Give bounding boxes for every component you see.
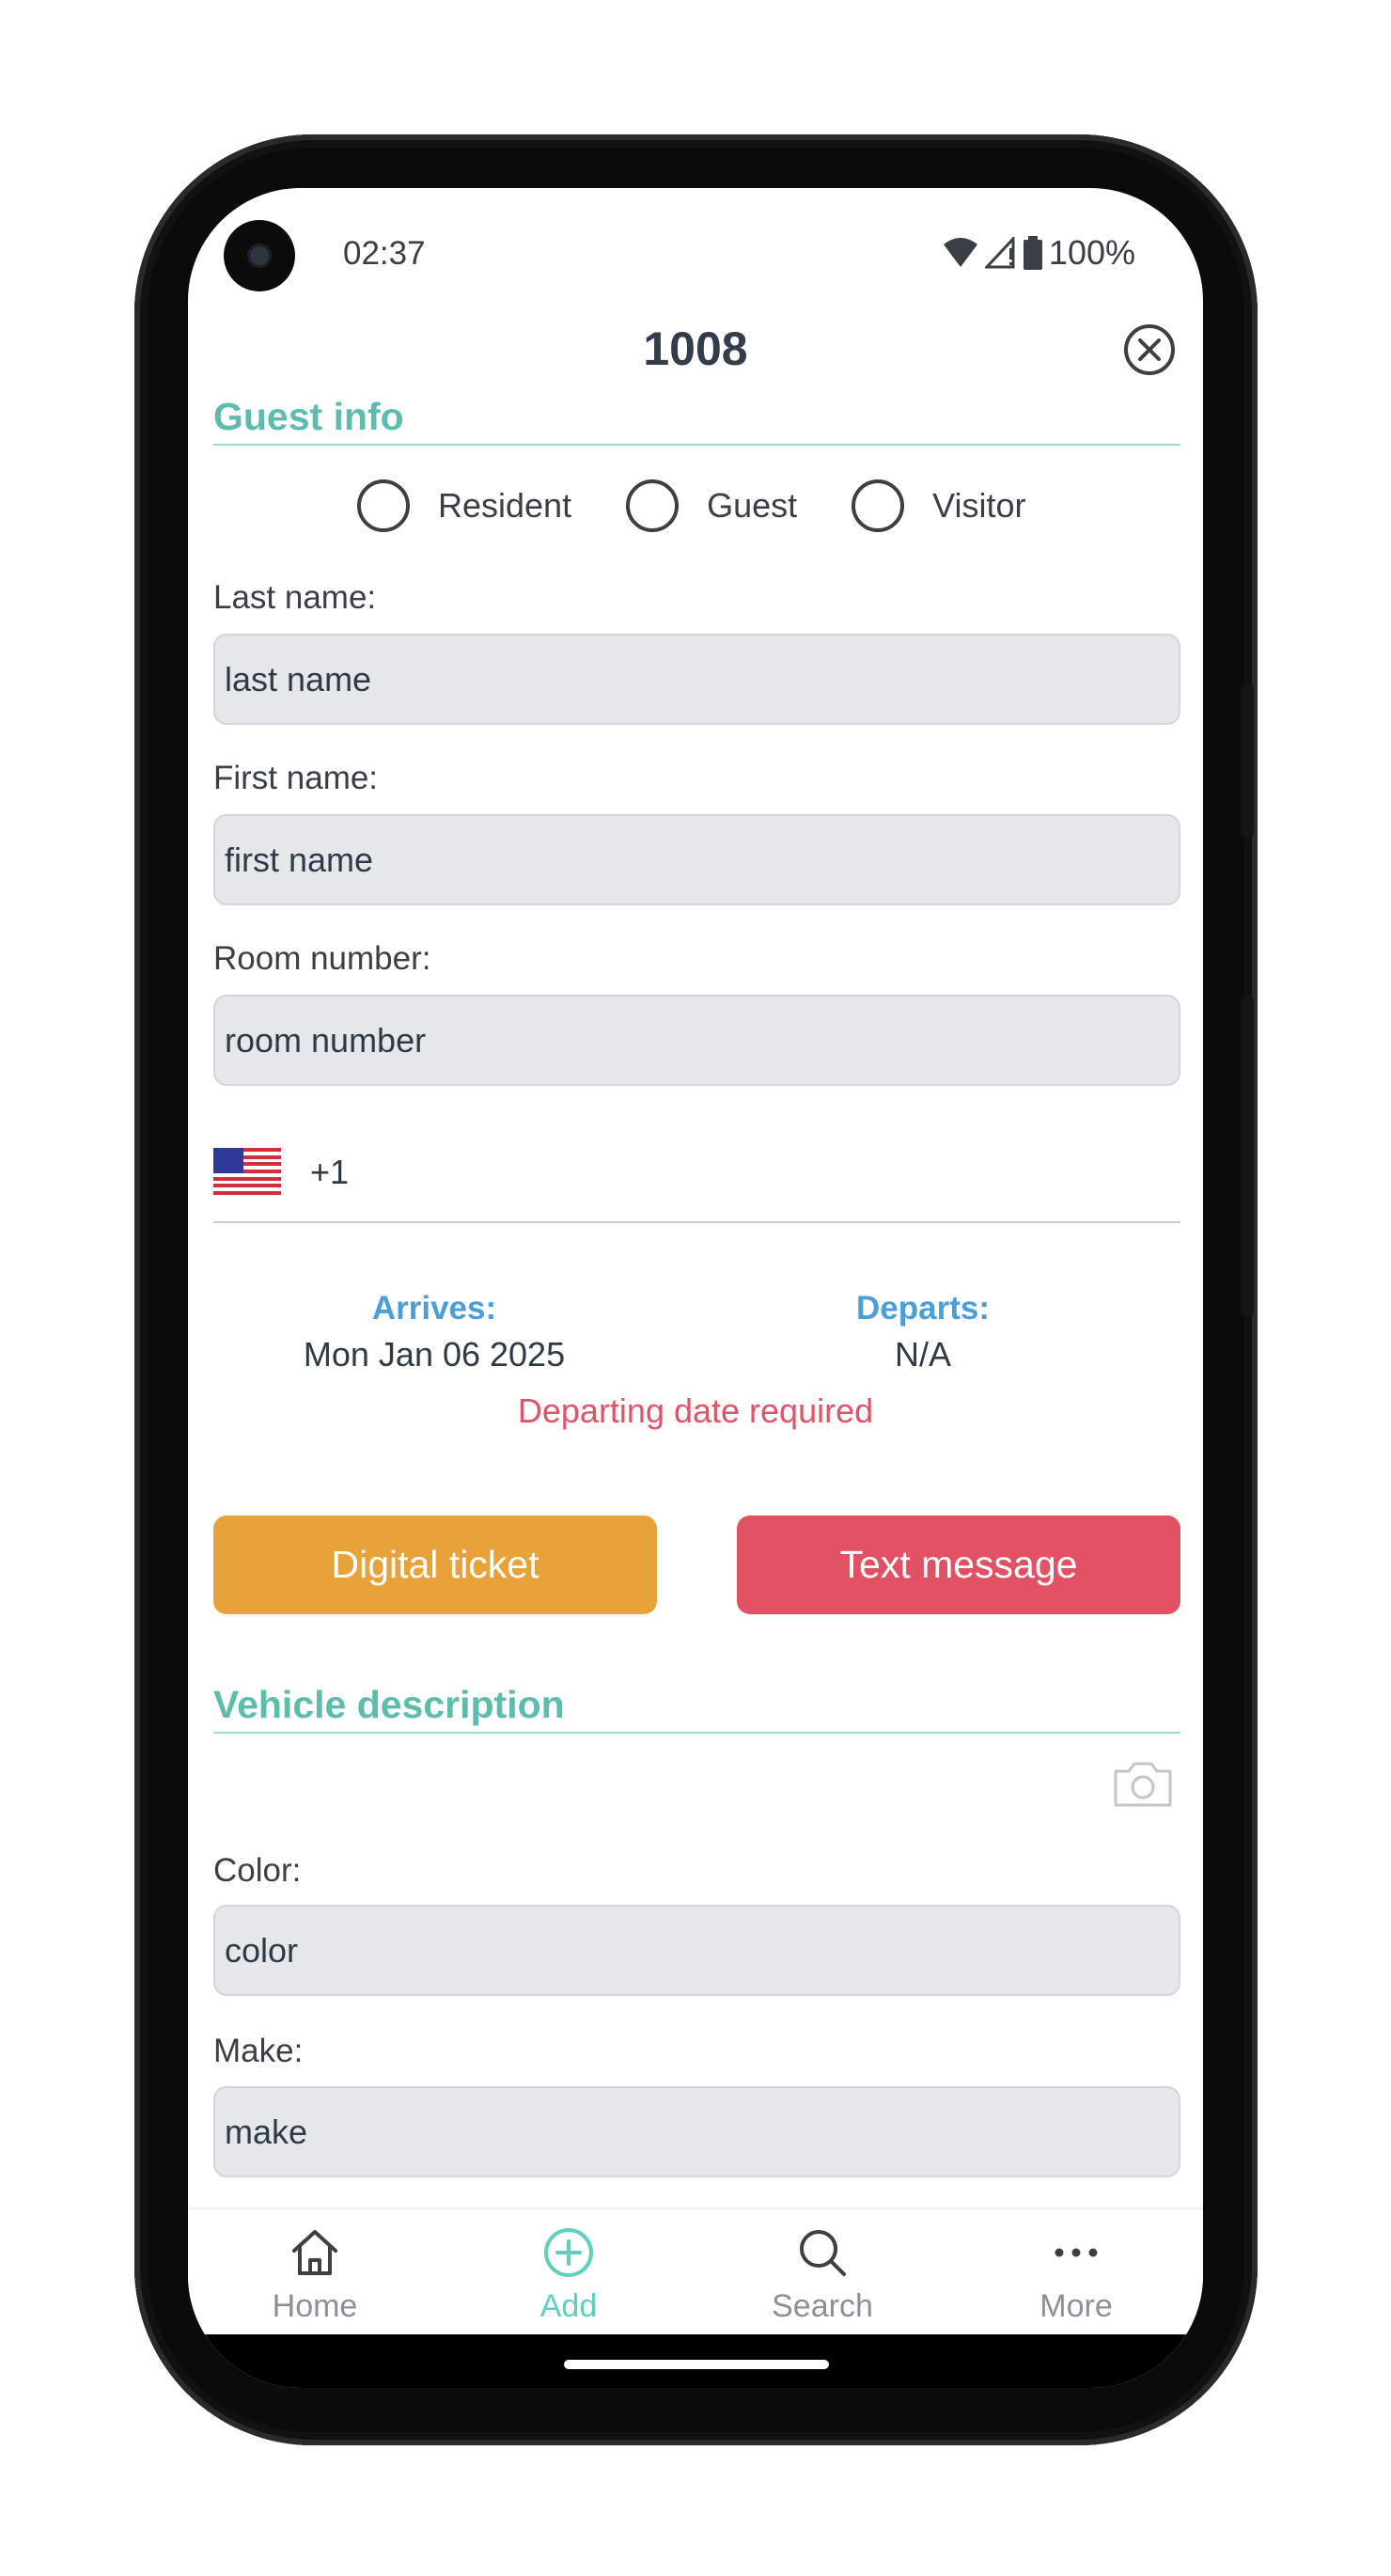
radio-resident[interactable]: Resident — [357, 479, 571, 532]
digital-ticket-button[interactable]: Digital ticket — [213, 1516, 657, 1614]
departs-block[interactable]: Departs: N/A — [735, 1290, 1111, 1374]
nav-home[interactable]: Home — [188, 2209, 442, 2336]
wifi-icon — [943, 238, 977, 267]
radio-label: Visitor — [932, 486, 1026, 525]
more-dots-icon — [1055, 2248, 1098, 2257]
radio-label: Resident — [438, 486, 572, 525]
home-icon — [292, 2230, 337, 2275]
room-number-label: Room number: — [213, 940, 431, 977]
radio-circle[interactable] — [357, 479, 410, 532]
section-divider — [213, 444, 1180, 446]
radio-visitor[interactable]: Visitor — [852, 479, 1026, 532]
first-name-label: First name: — [213, 760, 379, 796]
guest-info-heading: Guest info — [213, 395, 404, 438]
first-name-input[interactable]: first name — [213, 814, 1180, 905]
search-icon — [800, 2230, 846, 2276]
vehicle-description-heading: Vehicle description — [213, 1683, 565, 1726]
guest-type-radio-group: Resident Guest Visitor — [357, 479, 1081, 532]
screen: 02:37 100% 1008 Guest info Resident Gues… — [188, 188, 1203, 2388]
phone-underline — [213, 1221, 1180, 1223]
signal-icon — [984, 237, 1015, 269]
status-icons: 100% — [942, 233, 1135, 273]
arrives-value: Mon Jan 06 2025 — [303, 1335, 566, 1374]
camera-icon[interactable] — [1112, 1760, 1174, 1809]
country-code: +1 — [310, 1153, 350, 1191]
nav-search[interactable]: Search — [696, 2209, 949, 2336]
make-input[interactable]: make — [213, 2086, 1180, 2177]
home-indicator[interactable] — [564, 2360, 829, 2369]
phone-input[interactable]: +1 — [213, 1148, 1180, 1223]
room-number-input[interactable]: room number — [213, 995, 1180, 1086]
power-button — [1241, 684, 1254, 837]
departs-value: N/A — [894, 1335, 951, 1374]
add-circle-icon — [544, 2228, 593, 2277]
make-label: Make: — [213, 2033, 304, 2069]
close-icon — [1138, 338, 1161, 361]
battery-level: 100% — [1048, 233, 1135, 272]
section-divider — [213, 1732, 1180, 1734]
nav-label: More — [1039, 2288, 1113, 2324]
nav-more[interactable]: More — [949, 2209, 1203, 2336]
front-camera — [224, 220, 295, 291]
color-input[interactable]: color — [213, 1905, 1180, 1996]
text-message-button[interactable]: Text message — [737, 1516, 1180, 1614]
nav-label: Home — [272, 2288, 358, 2324]
color-label: Color: — [213, 1852, 302, 1889]
battery-icon — [1023, 236, 1042, 270]
radio-guest[interactable]: Guest — [626, 479, 797, 532]
bottom-nav: Home Add Search More — [188, 2207, 1203, 2336]
last-name-input[interactable]: last name — [213, 634, 1180, 725]
radio-circle[interactable] — [626, 479, 680, 532]
departs-label: Departs: — [856, 1290, 990, 1327]
nav-label: Search — [772, 2288, 873, 2324]
departing-date-error: Departing date required — [517, 1391, 874, 1430]
us-flag-icon[interactable] — [213, 1148, 281, 1195]
close-button[interactable] — [1124, 324, 1175, 375]
radio-label: Guest — [707, 486, 798, 525]
radio-circle[interactable] — [852, 479, 905, 532]
gesture-bar-area — [188, 2334, 1203, 2388]
nav-label: Add — [539, 2288, 598, 2324]
arrives-label: Arrives: — [371, 1290, 497, 1327]
nav-add[interactable]: Add — [442, 2209, 696, 2336]
last-name-label: Last name: — [213, 579, 377, 616]
arrives-block[interactable]: Arrives: Mon Jan 06 2025 — [246, 1290, 622, 1374]
status-time: 02:37 — [343, 235, 426, 272]
volume-button — [1241, 997, 1254, 1316]
page-title: 1008 — [643, 322, 748, 375]
